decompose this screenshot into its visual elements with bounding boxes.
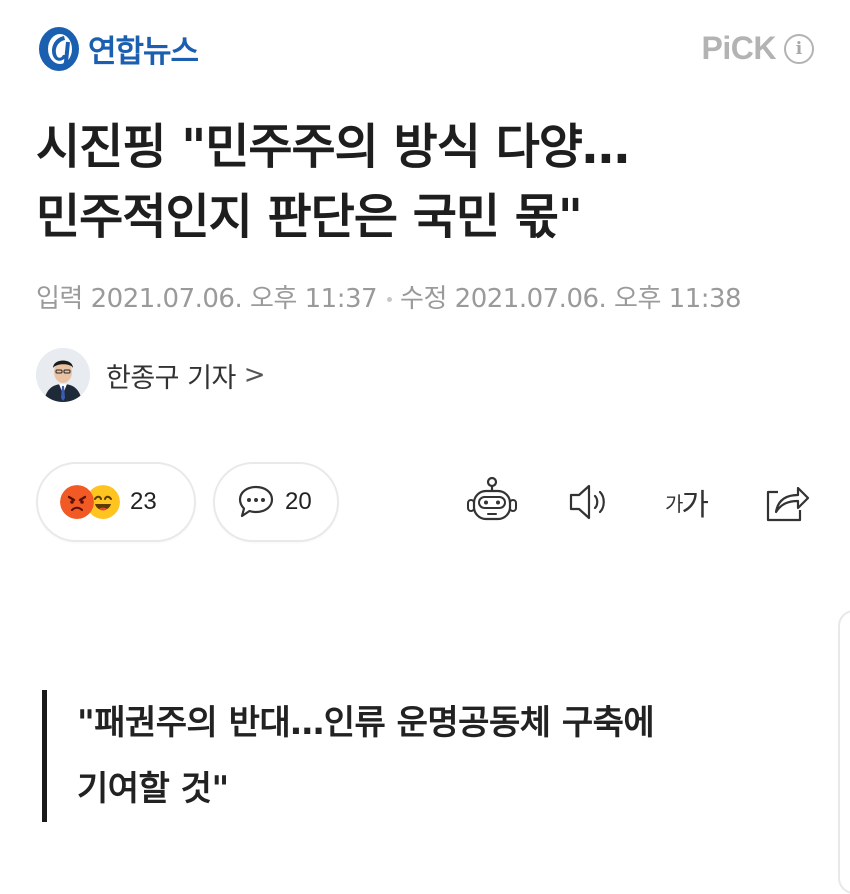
share-icon	[766, 486, 810, 522]
pick-badge[interactable]: PiCK i	[702, 30, 814, 67]
modified-time: 2021.07.06. 오후 11:38	[454, 284, 742, 314]
reporter-link[interactable]: 한종구 기자 >	[36, 348, 266, 402]
angry-emoji-icon	[60, 485, 94, 519]
font-size-button[interactable]: 가가	[656, 472, 716, 532]
header: 연합뉴스 PiCK i	[0, 0, 850, 100]
font-size-small-glyph: 가	[664, 491, 683, 516]
comment-bubble-icon	[238, 485, 274, 518]
published-label: 입력	[36, 284, 83, 314]
side-panel-edge	[838, 610, 850, 894]
robot-summary-icon	[467, 476, 517, 521]
reporter-name: 한종구 기자	[106, 362, 236, 394]
speaker-icon	[569, 484, 605, 520]
font-size-large-glyph: 가	[681, 488, 709, 523]
pick-label: PiCK	[701, 30, 777, 66]
summary-bot-button[interactable]	[462, 472, 522, 532]
quote-line-1: "패권주의 반대…인류 운명공동체 구축에	[77, 703, 655, 743]
comment-count: 20	[285, 488, 312, 515]
article-title: 시진핑 "민주주의 방식 다양… 민주적인지 판단은 국민 몫"	[36, 112, 816, 252]
reaction-count: 23	[130, 488, 157, 515]
listen-button[interactable]	[560, 472, 620, 532]
modified-label: 수정	[400, 284, 447, 314]
yonhap-logo-icon	[39, 27, 79, 71]
reporter-photo-icon	[36, 348, 90, 402]
article-title-line-1: 시진핑 "민주주의 방식 다양…	[36, 119, 630, 175]
quote-line-2: 기여할 것"	[77, 769, 229, 809]
yonhap-logo[interactable]: 연합뉴스	[36, 22, 199, 74]
chevron-right-icon: >	[243, 360, 266, 390]
share-button[interactable]	[756, 472, 816, 532]
comment-button[interactable]: 20	[213, 462, 339, 542]
dateline: 입력 2021.07.06. 오후 11:37 수정 2021.07.06. 오후…	[36, 278, 742, 315]
article-title-line-2: 민주적인지 판단은 국민 몫"	[36, 189, 583, 245]
reaction-button[interactable]: 23	[36, 462, 196, 542]
article-subheading-quote: "패권주의 반대…인류 운명공동체 구축에 기여할 것"	[42, 690, 837, 822]
logo-text: 연합뉴스	[88, 33, 199, 70]
info-icon[interactable]: i	[784, 33, 814, 64]
separator-dot	[387, 297, 393, 302]
avatar	[36, 348, 90, 402]
published-time: 2021.07.06. 오후 11:37	[90, 284, 378, 314]
